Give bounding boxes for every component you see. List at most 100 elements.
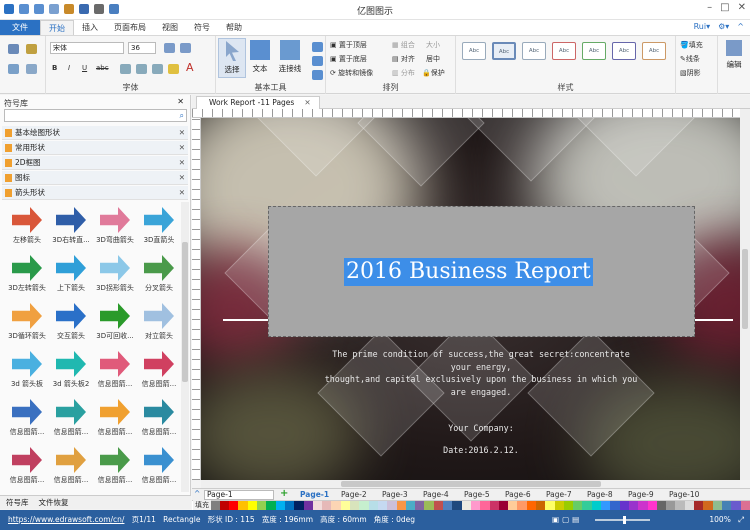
close-category-icon[interactable]: ✕ bbox=[179, 156, 185, 170]
palette-swatch[interactable] bbox=[266, 501, 276, 510]
shape-item[interactable]: 对立箭头 bbox=[136, 298, 180, 346]
palette-swatch[interactable] bbox=[712, 501, 722, 510]
tab-symbol-library[interactable]: 符号库 bbox=[6, 496, 29, 509]
palette-swatch[interactable] bbox=[573, 501, 583, 510]
group-button[interactable]: ▦ 组合 bbox=[392, 40, 415, 50]
protect-button[interactable]: 🔒保护 bbox=[422, 68, 445, 78]
shape-item[interactable]: 3D左转箭头 bbox=[4, 250, 50, 298]
page-tab[interactable]: Page-10 bbox=[669, 490, 699, 500]
size-button[interactable]: 大小 bbox=[426, 40, 440, 50]
palette-swatch[interactable] bbox=[498, 501, 509, 510]
style-preset-4[interactable]: Abc bbox=[552, 42, 576, 60]
shape-item[interactable]: 3D循环箭头 bbox=[4, 298, 50, 346]
palette-swatch[interactable] bbox=[340, 501, 351, 510]
shape-item[interactable]: 上下箭头 bbox=[48, 250, 94, 298]
palette-swatch[interactable] bbox=[443, 501, 453, 510]
palette-swatch[interactable] bbox=[480, 501, 490, 510]
page-selector[interactable]: Page-1 bbox=[204, 490, 274, 500]
palette-swatch[interactable] bbox=[740, 501, 750, 510]
palette-swatch[interactable] bbox=[591, 501, 602, 510]
grow-font-icon[interactable] bbox=[164, 43, 175, 53]
paste-icon[interactable] bbox=[8, 64, 19, 74]
shape-item[interactable]: 信息图箭... bbox=[92, 346, 138, 394]
quote-line-2[interactable]: your energy, bbox=[261, 361, 701, 374]
drawing-canvas[interactable]: 2016 Business Report The prime condition… bbox=[201, 118, 740, 480]
zoom-slider[interactable] bbox=[595, 516, 650, 524]
line-button[interactable]: ✎线条 bbox=[680, 54, 700, 64]
style-preset-6[interactable]: Abc bbox=[612, 42, 636, 60]
palette-swatch[interactable] bbox=[210, 501, 220, 510]
distribute-button[interactable]: ▥ 分布 bbox=[392, 68, 415, 78]
palette-swatch[interactable] bbox=[275, 501, 285, 510]
page-tab[interactable]: Page-4 bbox=[423, 490, 449, 500]
palette-swatch[interactable] bbox=[284, 501, 295, 510]
palette-swatch[interactable] bbox=[377, 501, 388, 510]
connector-tool-button[interactable]: 连接线 bbox=[274, 38, 306, 78]
horizontal-scrollbar[interactable] bbox=[201, 480, 740, 488]
page-tab[interactable]: Page-6 bbox=[505, 490, 531, 500]
palette-swatch[interactable] bbox=[433, 501, 444, 510]
shape-item[interactable]: 分叉箭头 bbox=[136, 250, 180, 298]
palette-swatch[interactable] bbox=[554, 501, 564, 510]
menu-insert[interactable]: 插入 bbox=[74, 20, 106, 35]
palette-swatch[interactable] bbox=[294, 501, 304, 510]
palette-swatch[interactable] bbox=[368, 501, 378, 510]
style-preset-2[interactable]: Abc bbox=[492, 42, 516, 60]
underline-button[interactable]: U bbox=[82, 64, 87, 72]
tab-file-recovery[interactable]: 文件恢复 bbox=[39, 496, 69, 509]
user-name[interactable]: Rui▾ bbox=[694, 22, 711, 31]
palette-swatch[interactable] bbox=[257, 501, 267, 510]
page-expand-icon[interactable]: ^ bbox=[194, 489, 200, 498]
palette-swatch[interactable] bbox=[359, 501, 369, 510]
menu-view[interactable]: 视图 bbox=[154, 20, 186, 35]
close-category-icon[interactable]: ✕ bbox=[179, 126, 185, 140]
close-category-icon[interactable]: ✕ bbox=[179, 171, 185, 185]
palette-swatch[interactable] bbox=[656, 501, 667, 510]
page-tab[interactable]: Page-5 bbox=[464, 490, 490, 500]
library-scroll-thumb[interactable] bbox=[182, 242, 188, 382]
palette-swatch[interactable] bbox=[647, 501, 657, 510]
palette-swatch[interactable] bbox=[489, 501, 499, 510]
shape-item[interactable]: 信息图箭... bbox=[136, 394, 180, 442]
shadow-button[interactable]: ▧阴影 bbox=[680, 68, 701, 78]
company-text[interactable]: Your Company: bbox=[261, 422, 701, 435]
close-icon[interactable]: ✕ bbox=[738, 2, 746, 13]
shape-item[interactable]: 3D可回收... bbox=[92, 298, 138, 346]
shape-item[interactable]: 信息图箭... bbox=[48, 394, 94, 442]
date-text[interactable]: Date:2016.2.12. bbox=[261, 444, 701, 457]
menu-symbols[interactable]: 符号 bbox=[186, 20, 218, 35]
page-tab[interactable]: Page-9 bbox=[628, 490, 654, 500]
palette-swatch[interactable] bbox=[638, 501, 648, 510]
settings-icon[interactable]: ⚙▾ bbox=[718, 22, 729, 31]
palette-swatch[interactable] bbox=[303, 501, 313, 510]
view-mode-icons[interactable]: ▣▢▤ bbox=[552, 510, 582, 530]
palette-swatch[interactable] bbox=[666, 501, 676, 510]
shape-item[interactable]: 3d 箭头板 bbox=[4, 346, 50, 394]
page-tab[interactable]: Page-8 bbox=[587, 490, 613, 500]
font-color-button[interactable]: A bbox=[186, 61, 194, 74]
select-tool-button[interactable]: 选择 bbox=[218, 38, 246, 78]
category-basic-shapes[interactable]: 基本绘图形状 ✕ bbox=[2, 126, 188, 140]
bullet-list-icon[interactable] bbox=[136, 64, 147, 74]
copy-icon[interactable] bbox=[26, 64, 37, 74]
line-tool-icon[interactable] bbox=[312, 42, 323, 52]
quote-line-1[interactable]: The prime condition of success,the great… bbox=[261, 348, 701, 361]
edit-button[interactable]: 编辑 bbox=[720, 38, 748, 78]
palette-swatch[interactable] bbox=[396, 501, 406, 510]
shape-item[interactable]: 信息图箭... bbox=[92, 442, 138, 490]
vertical-scroll-thumb[interactable] bbox=[742, 249, 748, 329]
quote-line-4[interactable]: are engaged. bbox=[261, 386, 701, 399]
file-menu[interactable]: 文件 bbox=[0, 20, 40, 35]
menu-help[interactable]: 帮助 bbox=[218, 20, 250, 35]
shape-item[interactable]: 3D弯曲箭头 bbox=[92, 202, 138, 250]
category-arrow-shapes[interactable]: 箭头形状 ✕ bbox=[2, 186, 188, 200]
close-category-icon[interactable]: ✕ bbox=[179, 141, 185, 155]
palette-swatch[interactable] bbox=[610, 501, 620, 510]
quote-line-3[interactable]: thought,and capital exclusively upon the… bbox=[261, 373, 701, 386]
menu-page-layout[interactable]: 页面布局 bbox=[106, 20, 154, 35]
shape-item[interactable]: 3D直箭头 bbox=[136, 202, 180, 250]
shape-item[interactable]: 3D右转直... bbox=[48, 202, 94, 250]
strikethrough-button[interactable]: abc bbox=[96, 64, 109, 72]
website-link[interactable]: https://www.edrawsoft.com/cn/ bbox=[8, 515, 124, 524]
close-tab-icon[interactable]: ✕ bbox=[304, 98, 310, 107]
